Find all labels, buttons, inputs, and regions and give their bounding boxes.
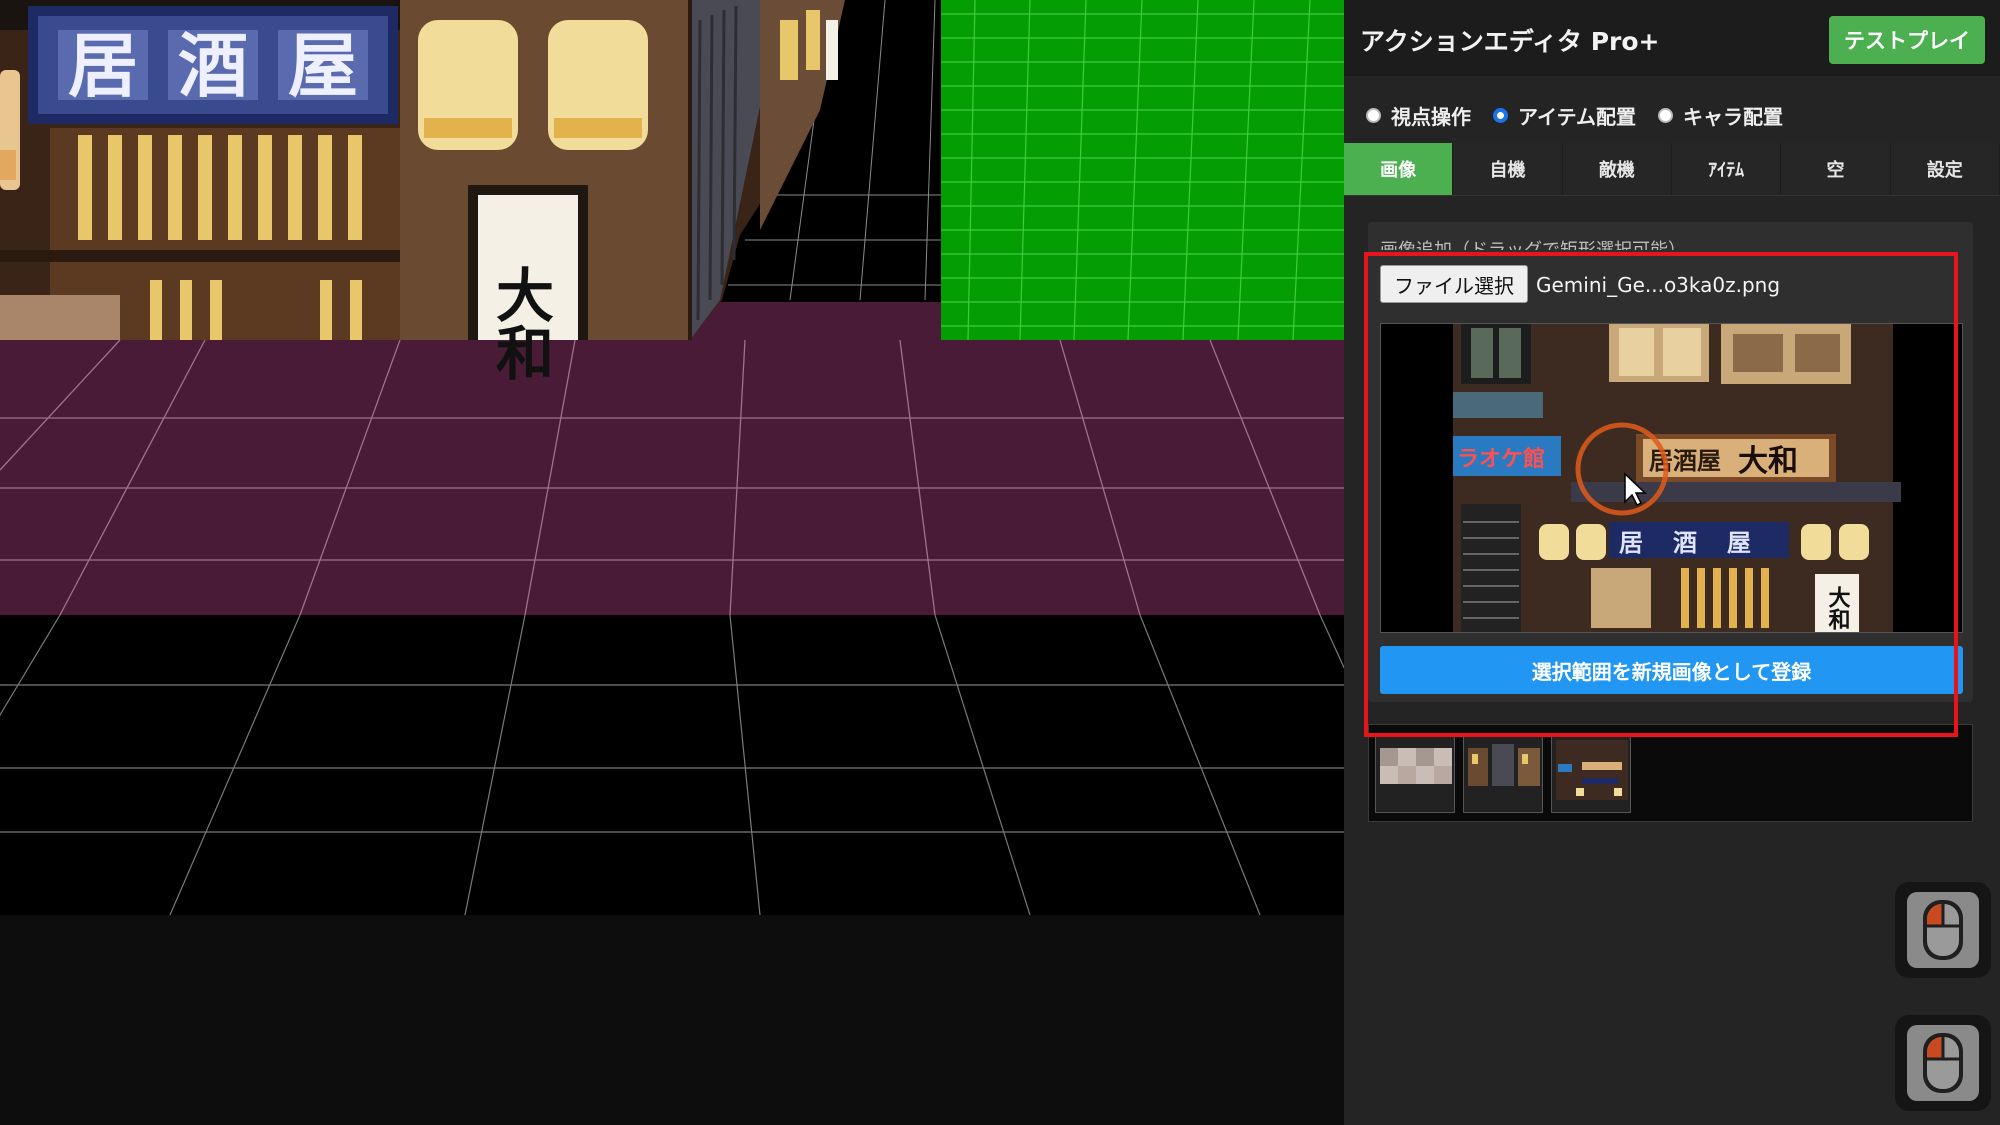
register-selection-button[interactable]: 選択範囲を新規画像として登録 <box>1380 646 1963 694</box>
preview-lantern-sign: 大和 <box>1825 586 1851 630</box>
magenta-floor <box>0 302 1344 616</box>
mode-item-placement-label: アイテム配置 <box>1518 104 1636 129</box>
mode-character-placement-label: キャラ配置 <box>1683 104 1783 129</box>
thumbnail-tiles[interactable] <box>1375 733 1455 813</box>
preview-pixel-art: ラオケ館 居 酒 屋 大和 居 酒 屋 大和 <box>1381 324 1962 632</box>
scene-viewport[interactable]: 居 酒 屋 大和 <box>0 0 1344 1125</box>
mode-view[interactable]: 視点操作 <box>1366 101 1471 130</box>
green-wall <box>941 0 1344 340</box>
mode-item-placement[interactable]: アイテム配置 <box>1493 101 1636 130</box>
preview-karaoke-sign: ラオケ館 <box>1457 446 1545 472</box>
mode-view-label: 視点操作 <box>1391 104 1471 129</box>
viewport-banner-char-2: 酒 <box>178 25 248 107</box>
tab-image[interactable]: 画像 <box>1344 143 1454 195</box>
preview-banner-char-1: 居 <box>1619 529 1643 557</box>
image-thumbnail-strip <box>1368 724 1973 822</box>
radio-character-placement[interactable] <box>1658 107 1673 123</box>
mouse-hint-left <box>1895 882 1991 978</box>
tab-item[interactable]: ｱｲﾃﾑ <box>1672 143 1782 195</box>
selected-file-name: Gemini_Ge...o3ka0z.png <box>1536 273 1781 297</box>
thumbnail-buildings[interactable] <box>1463 733 1543 813</box>
preview-banner-char-3: 屋 <box>1727 529 1751 557</box>
mouse-hint-right <box>1895 1015 1991 1111</box>
file-select-button[interactable]: ファイル選択 <box>1380 265 1528 303</box>
viewport-lantern-sign: 大和 <box>486 265 554 381</box>
image-add-section: 画像追加（ドラッグで矩形選択可能） ファイル選択 Gemini_Ge...o3k… <box>1368 222 1973 702</box>
tab-enemy[interactable]: 敵機 <box>1563 143 1672 195</box>
tab-player[interactable]: 自機 <box>1453 143 1563 195</box>
mouse-left-click-icon <box>1923 900 1963 960</box>
radio-view[interactable] <box>1366 107 1381 123</box>
editor-panel: アクションエディタ Pro+ テストプレイ 視点操作 アイテム配置 キャラ配置 … <box>1344 0 2000 1125</box>
thumbnail-storefront[interactable] <box>1551 733 1631 813</box>
void-area <box>0 915 1344 1125</box>
preview-banner-char-2: 酒 <box>1673 529 1697 557</box>
editor-tabs: 画像 自機 敵機 ｱｲﾃﾑ 空 設定 <box>1344 143 2000 196</box>
mouse-left-drag-icon <box>1923 1033 1963 1093</box>
app-title: アクションエディタ Pro+ <box>1360 27 1660 56</box>
tab-sky[interactable]: 空 <box>1781 143 1891 195</box>
image-preview-canvas[interactable]: ラオケ館 居 酒 屋 大和 居 酒 屋 大和 <box>1380 323 1963 633</box>
test-play-button[interactable]: テストプレイ <box>1829 16 1985 64</box>
preview-yamato-sign: 大和 <box>1738 444 1798 479</box>
tab-settings[interactable]: 設定 <box>1891 143 2000 195</box>
mode-character-placement[interactable]: キャラ配置 <box>1658 101 1783 130</box>
image-add-label: 画像追加（ドラッグで矩形選択可能） <box>1380 236 1686 250</box>
viewport-banner-char-3: 屋 <box>288 25 358 107</box>
scene-canvas[interactable]: 居 酒 屋 大和 <box>0 0 1344 1125</box>
viewport-banner-char-1: 居 <box>68 25 138 107</box>
radio-item-placement[interactable] <box>1493 107 1508 123</box>
mode-radio-group: 視点操作 アイテム配置 キャラ配置 <box>1366 100 1805 130</box>
dark-floor <box>0 600 1344 915</box>
panel-header: アクションエディタ Pro+ テストプレイ <box>1344 0 2000 76</box>
